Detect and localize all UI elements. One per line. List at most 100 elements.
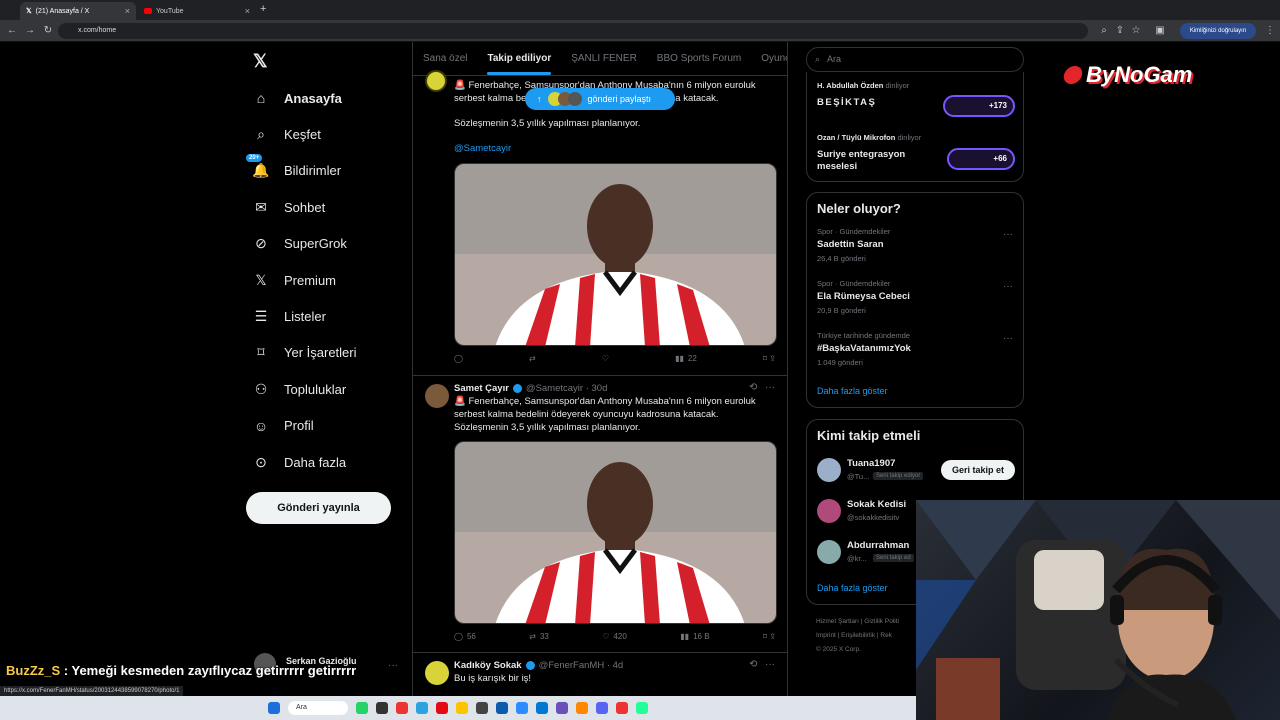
address-bar[interactable]: x.com/home: [58, 23, 1088, 39]
like-button[interactable]: ♡ 420: [602, 632, 627, 641]
app-icon[interactable]: [496, 702, 508, 714]
grok-icon[interactable]: ⟲: [749, 659, 757, 670]
trend-more-icon[interactable]: ···: [1003, 281, 1013, 292]
zoom-icon[interactable]: [516, 702, 528, 714]
tweet-photo[interactable]: [454, 441, 777, 624]
user-name[interactable]: Tuana1907: [847, 458, 895, 469]
new-tab-icon[interactable]: +: [260, 3, 266, 15]
space-title[interactable]: Suriye entegrasyon meselesi: [817, 149, 927, 173]
tweet-photo[interactable]: [454, 163, 777, 346]
discord-icon[interactable]: [596, 702, 608, 714]
post-button[interactable]: Gönderi yayınla: [246, 492, 391, 524]
app-icon[interactable]: [576, 702, 588, 714]
like-icon[interactable]: ♡: [602, 354, 609, 363]
follow-back-button[interactable]: Geri takip et: [941, 460, 1015, 480]
nav-item-home[interactable]: ⌂ Anasayfa: [252, 85, 342, 111]
reply-button[interactable]: ◯ 56: [454, 632, 476, 641]
feed-tab[interactable]: ŞANLI FENER: [561, 42, 647, 75]
nav-item-search[interactable]: ⌕ Keşfet: [252, 121, 321, 147]
view-count: 22: [687, 354, 697, 363]
bookmark-icon[interactable]: ⌑ ⇪: [763, 632, 776, 641]
trends-show-more[interactable]: Daha fazla göster: [817, 386, 888, 396]
views-icon[interactable]: ▮▮ 22: [675, 354, 697, 363]
user-avatar[interactable]: [817, 499, 841, 523]
whatsapp-icon[interactable]: [356, 702, 368, 714]
nav-item-x-logo[interactable]: 𝕏 Premium: [252, 267, 336, 293]
tab-x-home[interactable]: 𝕏 (21) Anasayfa / X ×: [20, 2, 136, 20]
close-tab-icon[interactable]: ×: [245, 6, 250, 16]
app-icon[interactable]: [376, 702, 388, 714]
nav-item-list[interactable]: ☰ Listeler: [252, 303, 326, 329]
nav-item-grok[interactable]: ⊘ SuperGrok: [252, 231, 347, 257]
app-icon[interactable]: [476, 702, 488, 714]
trend-name[interactable]: Ela Rümeysa Cebeci: [817, 291, 910, 302]
star-icon[interactable]: ☆: [1128, 23, 1144, 39]
author-avatar[interactable]: [425, 661, 449, 685]
footer-links[interactable]: Hizmet Şartları | Gizlilik Politi: [816, 618, 899, 625]
author-name[interactable]: Kadıköy Sokak: [454, 660, 522, 671]
app-icon[interactable]: [556, 702, 568, 714]
extensions-icon[interactable]: ▣: [1152, 23, 1168, 39]
bookmark-icon[interactable]: ⌑ ⇪: [763, 354, 776, 363]
nav-item-mail[interactable]: ✉ Sohbet: [252, 194, 325, 220]
tweet-more-icon[interactable]: ···: [765, 382, 775, 393]
nav-item-more-circle[interactable]: ⊙ Daha fazla: [252, 449, 346, 475]
new-posts-pill[interactable]: ↑ gönderi paylaştı: [525, 88, 675, 110]
chrome-icon[interactable]: [456, 702, 468, 714]
retweet-icon[interactable]: ⇄: [529, 354, 536, 363]
app-icon[interactable]: [616, 702, 628, 714]
user-avatar[interactable]: [817, 458, 841, 482]
taskbar-search[interactable]: Ara: [288, 701, 348, 715]
trend-more-icon[interactable]: ···: [1003, 333, 1013, 344]
user-name[interactable]: Abdurrahman: [847, 540, 909, 551]
reply-icon: ◯: [454, 632, 463, 641]
author-avatar[interactable]: [425, 70, 447, 92]
retweet-button[interactable]: ⇄ 33: [529, 632, 549, 641]
grok-icon[interactable]: ⟲: [749, 382, 757, 393]
netflix-icon[interactable]: [436, 702, 448, 714]
youtube-icon[interactable]: [396, 702, 408, 714]
app-icon[interactable]: [636, 702, 648, 714]
menu-icon[interactable]: ⋮: [1262, 23, 1278, 39]
views-button[interactable]: ▮▮ 16 B: [680, 632, 709, 641]
mention-link[interactable]: @Sametcayir: [454, 143, 511, 156]
edge-icon[interactable]: [536, 702, 548, 714]
search-input[interactable]: ⌕ Ara: [806, 47, 1024, 72]
who-show-more[interactable]: Daha fazla göster: [817, 583, 888, 593]
tweet-actions: ◯ 56 ⇄ 33 ♡ 420 ▮▮ 16 B ⌑ ⇪: [454, 632, 776, 641]
feed-tab[interactable]: Takip ediliyor: [477, 42, 561, 75]
nav-item-profile[interactable]: ☺ Profil: [252, 413, 314, 439]
close-tab-icon[interactable]: ×: [125, 6, 130, 16]
account-more-icon[interactable]: ···: [388, 660, 398, 671]
nav-item-bell[interactable]: 🔔 20+ Bildirimler: [246, 153, 341, 184]
reply-icon[interactable]: ◯: [454, 354, 463, 363]
trend-name[interactable]: Sadettin Saran: [817, 239, 884, 250]
verify-identity-button[interactable]: Kimliğinizi doğrulayın: [1180, 23, 1256, 39]
feed-tab[interactable]: BBO Sports Forum: [647, 42, 751, 75]
reload-icon[interactable]: ↻: [40, 23, 56, 39]
profile-icon: ☺: [253, 417, 269, 434]
feed-tab[interactable]: Oyuncu T: [751, 42, 787, 75]
forward-icon[interactable]: →: [22, 23, 38, 39]
trend-name[interactable]: #BaşkaVatanımızYok: [817, 343, 911, 354]
telegram-icon[interactable]: [416, 702, 428, 714]
share-icon[interactable]: ⇪: [1112, 23, 1128, 39]
zoom-icon[interactable]: ⌕: [1096, 23, 1112, 39]
user-avatar[interactable]: [817, 540, 841, 564]
trend-more-icon[interactable]: ···: [1003, 229, 1013, 240]
feed-tab[interactable]: Sana özel: [413, 42, 477, 75]
nav-item-bookmark[interactable]: ⌑ Yer İşaretleri: [252, 340, 356, 366]
author-avatar[interactable]: [425, 384, 449, 408]
space-listeners[interactable]: +66: [947, 148, 1015, 170]
tweet-more-icon[interactable]: ···: [765, 659, 775, 670]
author-name[interactable]: Samet Çayır: [454, 383, 509, 394]
nav-item-communities[interactable]: ⚇ Topluluklar: [252, 376, 346, 402]
user-name[interactable]: Sokak Kedisi: [847, 499, 906, 510]
space-listeners[interactable]: +173: [943, 95, 1015, 117]
x-logo-icon[interactable]: 𝕏: [253, 51, 268, 72]
start-icon[interactable]: [268, 702, 280, 714]
back-icon[interactable]: ←: [4, 23, 20, 39]
tab-youtube[interactable]: YouTube ×: [138, 2, 256, 20]
space-title[interactable]: BEŞİKTAŞ: [817, 97, 876, 108]
footer-links[interactable]: Imprint | Erişilebilirlik | Rek: [816, 632, 892, 639]
